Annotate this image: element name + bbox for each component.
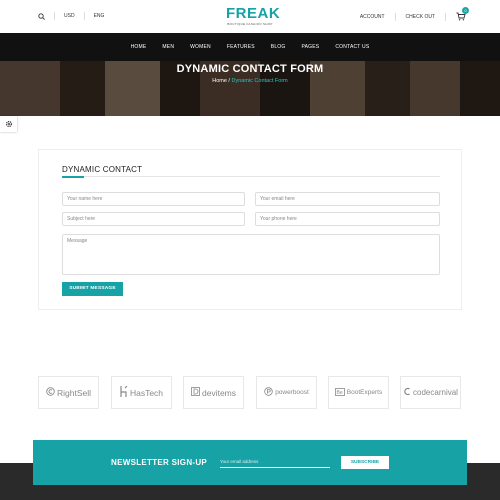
cart-icon[interactable]: 0 [456,7,469,21]
h-icon [120,385,128,399]
logo[interactable]: FREAK BOUTIQUE FASHION SHOP [226,5,281,28]
nav-features[interactable]: FEATURES [227,44,255,50]
nav-home[interactable]: HOME [131,44,147,50]
name-input[interactable]: Your name here [62,192,245,206]
hero-banner: HOME MEN WOMEN FEATURES BLOG PAGES CONTA… [0,33,500,116]
brand-name: BootExperts [346,389,383,396]
email-input[interactable]: Your email here [255,192,440,206]
nav-men[interactable]: MEN [162,44,174,50]
settings-button[interactable] [0,116,17,132]
nav-women[interactable]: WOMEN [190,44,211,50]
message-textarea[interactable]: Message [62,234,440,275]
brand-name: RightSell [56,387,92,398]
title-divider [62,176,440,177]
top-bar: USD ENG FREAK BOUTIQUE FASHION SHOP ACCO… [0,0,500,33]
cart-count-badge: 0 [462,7,469,14]
divider [445,12,446,21]
d-box-icon [191,387,200,398]
top-bar-left: USD ENG [38,12,104,20]
brand-logo-devitems[interactable]: devitems [183,376,244,409]
divider [394,12,396,21]
contact-form-card: DYNAMIC CONTACT Your name here Your emai… [38,149,462,310]
logo-text: FREAK [226,5,281,22]
account-link[interactable]: ACCOUNT [360,14,385,20]
nav-contact-us[interactable]: CONTACT US [335,44,369,50]
newsletter-section: NEWSLETTER SIGN-UP Your email address SU… [33,440,467,485]
title-accent-bar [62,175,84,178]
divider [83,12,85,20]
brand-name: codecarnival [413,388,458,397]
phone-input[interactable]: Your phone here [255,212,440,226]
brand-logo-codecarnival[interactable]: codecarnival [400,376,461,409]
be-box-icon: Be [334,387,345,398]
logo-tagline: BOUTIQUE FASHION SHOP [227,22,273,26]
breadcrumb-current: Dynamic Contact Form [231,78,288,84]
brand-name: powerboost [275,389,309,396]
top-bar-right: ACCOUNT CHECK OUT 0 [360,7,469,21]
brand-logo-powerboost[interactable]: powerboost [256,376,317,409]
submit-message-button[interactable]: SUBMIT MESSAGE [62,282,123,296]
breadcrumb: Home / Dynamic Contact Form [0,78,500,84]
main-nav: HOME MEN WOMEN FEATURES BLOG PAGES CONTA… [0,33,500,61]
breadcrumb-home[interactable]: Home [212,78,227,84]
contact-form-title: DYNAMIC CONTACT [62,165,143,174]
brand-logo-hastech[interactable]: HasTech [111,376,172,409]
nav-pages[interactable]: PAGES [301,44,319,50]
subject-input[interactable]: Subject here [62,212,245,226]
subscribe-button[interactable]: SUBSCRIBE [341,456,389,469]
circle-c-icon [46,387,55,398]
newsletter-email-input[interactable]: Your email address [220,457,330,468]
page-title: DYNAMIC CONTACT FORM [176,63,324,75]
divider [54,12,55,20]
currency-select[interactable]: USD [64,13,75,19]
brand-name: HasTech [129,387,164,398]
c-icon [403,387,411,398]
p-circle-icon [264,387,273,398]
brand-logo-rightsell[interactable]: RightSell [38,376,99,409]
gear-icon [5,120,12,128]
svg-text:Be: Be [336,390,342,396]
brand-name: devitems [201,387,236,398]
language-select[interactable]: ENG [94,13,105,19]
brand-logo-bootexperts[interactable]: Be BootExperts [328,376,389,409]
search-icon[interactable] [38,12,45,20]
checkout-link[interactable]: CHECK OUT [406,14,435,20]
nav-blog[interactable]: BLOG [271,44,286,50]
newsletter-title: NEWSLETTER SIGN-UP [111,458,208,467]
